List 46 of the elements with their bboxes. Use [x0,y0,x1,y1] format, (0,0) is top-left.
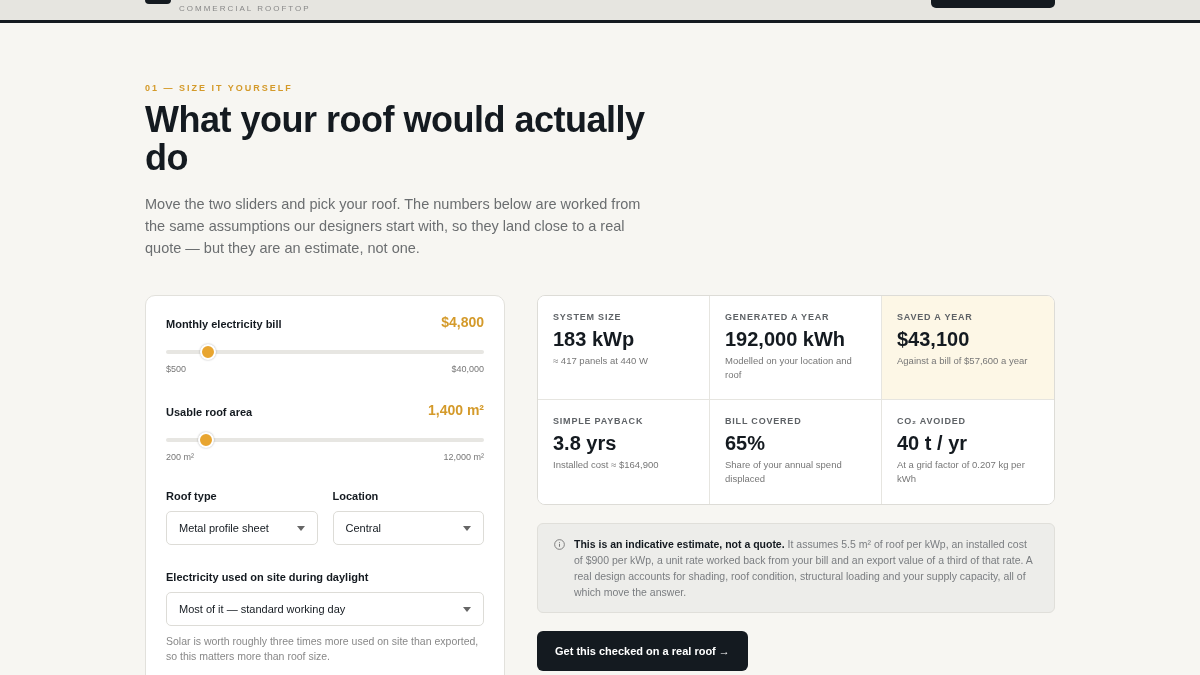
stat-note: ≈ 417 panels at 440 W [553,354,649,368]
stat-note: At a grid factor of 0.207 kg per kWh [897,458,1026,486]
caret-icon [463,525,471,531]
stat-value: 192,000 kWh [725,328,847,351]
slider-value: 1,400 m² [427,402,484,418]
dropdown-select[interactable]: Central [332,511,484,545]
stat-value: 65% [725,432,767,455]
header-button[interactable] [931,0,1055,8]
field-hint: Solar is worth roughly three times more used on site than exported, so this matters more than roof size. [166,634,480,664]
section-title: What your roof would actually do [145,101,645,177]
stat-value: 3.8 yrs [553,432,618,455]
stat-label: SYSTEM SIZE [553,312,623,322]
stat-label: GENERATED A YEAR [725,312,831,322]
stat-note: Against a bill of $57,600 a year [897,354,1029,368]
info-icon [554,539,565,550]
select-label: Location [332,490,380,502]
slider-min: 200 m² [166,452,194,462]
stat-value: 40 t / yr [897,432,969,455]
slider-max: $40,000 [451,364,484,374]
section-eyebrow: 01 — SIZE IT YOURSELF [145,83,294,93]
stat-label: SIMPLE PAYBACK [553,416,645,426]
slider-label: Usable roof area [166,406,253,418]
caret-icon [296,525,305,531]
slider-thumb[interactable] [200,344,217,360]
section-intro: Move the two sliders and pick your roof. The numbers below are worked from the same assumptions our designers start with, so they land close to a real quote — but they are an estimate, not one. [145,195,642,258]
slider-value: $4,800 [441,314,484,330]
dropdown-select[interactable]: Most of it — standard working day [166,592,484,626]
stat-note: Installed cost ≈ $164,900 [553,458,660,472]
stat-label: CO₂ AVOIDED [897,416,967,426]
stat-label: SAVED A YEAR [897,312,974,322]
slider-max: 12,000 m² [443,452,484,462]
stat-note: Share of your annual spend displaced [725,458,843,486]
dropdown-select[interactable]: Metal profile sheet [166,511,318,545]
stat-value: $43,100 [897,328,971,351]
brand-tagline: COMMERCIAL ROOFTOP [179,4,311,14]
select-label: Roof type [166,490,218,502]
stat-note: Modelled on your location and roof [725,354,853,382]
cta-button[interactable]: Get this checked on a real roof → [537,631,748,671]
stat-value: 183 kWp [553,328,636,351]
slider-min: $500 [166,364,187,374]
stat-label: BILL COVERED [725,416,803,426]
slider-label: Monthly electricity bill [166,318,282,330]
caret-icon [463,606,471,612]
notice-text: This is an indicative estimate, not a quote. It assumes 5.5 m² of roof per kWp, an installed cost of $900 per kWp, a unit rate worked back from your bill and an export value of a third of that rate. A real design accounts for shading, roof condition, structural loading and your supply capacity, all of which move the answer. [574,537,1034,600]
select-label: Electricity used on site during daylight [166,571,370,583]
slider-thumb[interactable] [198,432,215,448]
